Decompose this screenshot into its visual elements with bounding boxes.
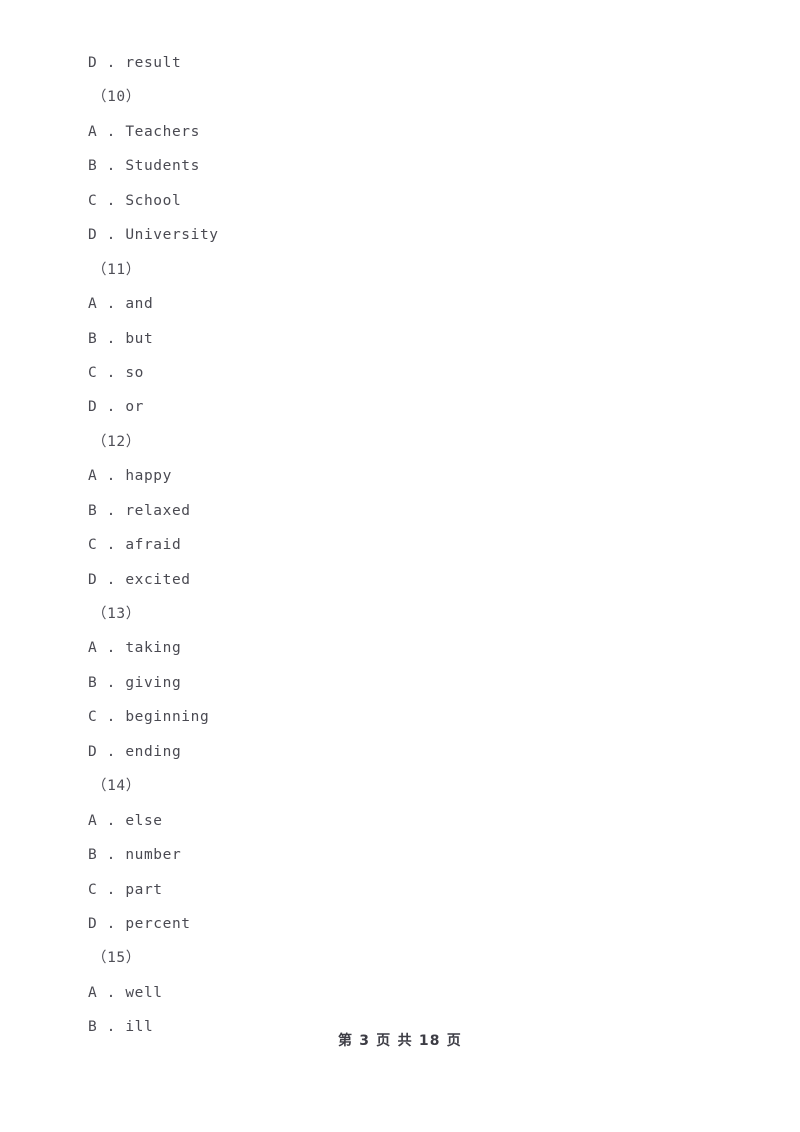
answer-option: A . Teachers (88, 123, 200, 140)
answer-option: D . percent (88, 915, 191, 932)
question-number: （15） (92, 950, 141, 967)
answer-option: B . giving (88, 674, 182, 691)
question-number: （11） (92, 261, 141, 278)
answer-option: C . afraid (88, 537, 182, 554)
question-number: （13） (92, 606, 141, 622)
answer-option: A . happy (88, 468, 172, 485)
answer-option: D . result (88, 55, 182, 71)
answer-option: C . School (88, 192, 182, 209)
answer-option: D . or (88, 399, 144, 416)
answer-option: B . but (88, 330, 154, 347)
page-footer: 第 3 页 共 18 页 (338, 1033, 462, 1049)
answer-option: A . well (88, 984, 163, 1001)
answer-option: A . else (88, 812, 163, 829)
question-number: （10） (92, 89, 141, 106)
answer-option: B . Students (88, 158, 200, 175)
answer-option: D . excited (88, 571, 191, 588)
question-number: （12） (92, 433, 141, 450)
document-page: D . result （10） A . Teachers B . Students C … (0, 0, 800, 1132)
question-number: （14） (92, 778, 141, 795)
answer-option: C . beginning (88, 709, 210, 726)
answer-option: C . so (88, 364, 144, 381)
answer-option: C . part (88, 881, 163, 898)
question-options-list: D . result （10） A . Teachers B . Students C … (88, 46, 728, 1045)
answer-option: B . number (88, 847, 182, 864)
answer-option: D . University (88, 227, 219, 244)
answer-option: A . taking (88, 640, 182, 657)
answer-option: A . and (88, 296, 154, 313)
answer-option: B . relaxed (88, 502, 191, 519)
answer-option: D . ending (88, 743, 182, 760)
